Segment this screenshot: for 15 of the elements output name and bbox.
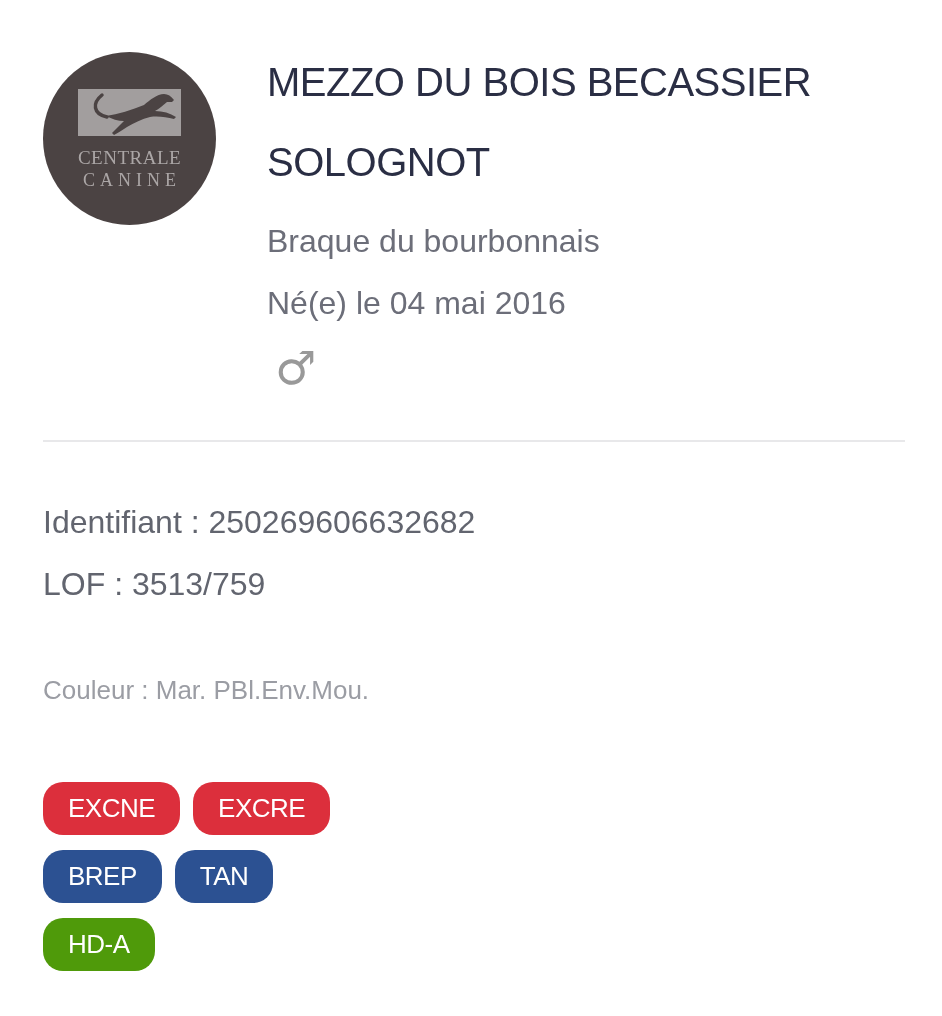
- birth-date: Né(e) le 04 mai 2016: [267, 284, 566, 323]
- title-badge: TAN: [174, 850, 274, 903]
- dog-name: MEZZO DU BOIS BECASSIER SOLOGNOT: [267, 59, 813, 186]
- title-badge: EXCRE: [193, 782, 331, 835]
- title-badge: EXCNE: [43, 782, 181, 835]
- logo-text: CANINE: [83, 169, 181, 192]
- breed-text: Braque du bourbonnais: [267, 222, 600, 261]
- title-badge: HD-A: [43, 918, 155, 971]
- male-symbol: ♂: [275, 340, 317, 396]
- title-badge: BREP: [43, 850, 162, 903]
- detail-text: Identifiant : 250269606632682: [43, 503, 476, 542]
- detail-text: LOF : 3513/759: [43, 565, 266, 604]
- coat-color-text: Couleur : Mar. PBl.Env.Mou.: [43, 674, 370, 707]
- dog-icon: [78, 89, 181, 136]
- logo-text: CENTRALE: [77, 146, 182, 169]
